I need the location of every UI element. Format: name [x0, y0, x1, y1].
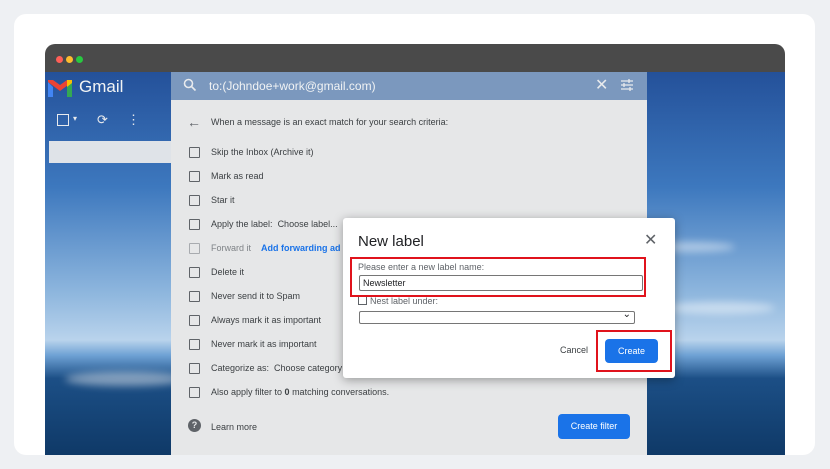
option-label: Mark as read: [211, 171, 264, 181]
gmail-wordmark: Gmail: [79, 77, 124, 96]
option-label-text: Forward it: [211, 243, 252, 253]
checkbox-icon[interactable]: [189, 243, 200, 254]
checkbox-icon[interactable]: [189, 363, 200, 374]
chevron-down-icon: ⌄: [622, 309, 631, 320]
option-label: Forward it Add forwarding ad: [211, 243, 341, 253]
checkbox-icon[interactable]: [189, 147, 200, 158]
checkbox-icon[interactable]: [189, 267, 200, 278]
highlight-create-button: [596, 330, 672, 372]
choose-label-dropdown[interactable]: Choose label...: [278, 219, 338, 229]
dialog-title: New label: [358, 233, 424, 250]
option-label-text: Categorize as:: [211, 363, 270, 373]
select-menu-chevron-icon[interactable]: ▾: [73, 114, 77, 123]
checkbox-icon[interactable]: [189, 219, 200, 230]
option-label: Always mark it as important: [211, 315, 322, 325]
cancel-button[interactable]: Cancel: [560, 345, 588, 355]
option-label: Never send it to Spam: [211, 291, 301, 301]
refresh-icon[interactable]: ⟳: [97, 112, 108, 128]
nest-label-text: Nest label under:: [370, 296, 439, 306]
checkbox-icon[interactable]: [189, 339, 200, 350]
option-label: Also apply filter to 0 matching conversa…: [211, 387, 389, 397]
option-label: Never mark it as important: [211, 339, 317, 349]
option-label: Apply the label: Choose label...: [211, 219, 338, 229]
checkbox-icon[interactable]: [189, 315, 200, 326]
window-titlebar: [45, 44, 785, 72]
learn-more-link[interactable]: Learn more: [211, 422, 257, 432]
option-label-text: Apply the label:: [211, 219, 273, 229]
cloud: [665, 302, 775, 314]
gmail-logo[interactable]: [47, 78, 73, 98]
option-label: Star it: [211, 195, 235, 205]
option-label: Skip the Inbox (Archive it): [211, 147, 314, 157]
search-query[interactable]: to:(Johndoe+work@gmail.com): [209, 79, 376, 93]
clear-search-icon[interactable]: ✕: [595, 75, 608, 95]
search-icon[interactable]: [183, 78, 197, 92]
help-icon[interactable]: ?: [188, 419, 201, 432]
minimize-window-dot[interactable]: [66, 56, 73, 63]
option-label: Delete it: [211, 267, 245, 277]
create-filter-button[interactable]: Create filter: [558, 414, 630, 439]
option-label-text: Also apply filter to: [211, 387, 285, 397]
option-label-text: matching conversations.: [289, 387, 390, 397]
nest-checkbox-icon[interactable]: [358, 296, 367, 305]
option-label: Categorize as: Choose category: [211, 363, 342, 373]
search-bar[interactable]: to:(Johndoe+work@gmail.com) ✕: [171, 72, 647, 100]
add-forwarding-link[interactable]: Add forwarding ad: [261, 243, 341, 253]
checkbox-icon[interactable]: [189, 171, 200, 182]
list-header-strip: [49, 141, 171, 163]
nest-label-option[interactable]: Nest label under:: [358, 296, 438, 306]
close-icon[interactable]: ✕: [644, 230, 657, 250]
cloud: [65, 372, 185, 386]
criteria-heading: When a message is an exact match for you…: [211, 117, 449, 127]
back-arrow-icon[interactable]: ←: [187, 114, 201, 130]
parent-label-select[interactable]: ⌄: [359, 309, 635, 324]
checkbox-icon[interactable]: [189, 195, 200, 206]
checkbox-icon[interactable]: [189, 387, 200, 398]
select-all-checkbox-icon[interactable]: [57, 114, 69, 126]
maximize-window-dot[interactable]: [76, 56, 83, 63]
more-icon[interactable]: ⋮: [127, 112, 140, 128]
highlight-label-name: [350, 257, 646, 297]
choose-category-dropdown[interactable]: Choose category: [274, 363, 342, 373]
checkbox-icon[interactable]: [189, 291, 200, 302]
close-window-dot[interactable]: [56, 56, 63, 63]
tune-icon[interactable]: [620, 78, 634, 92]
